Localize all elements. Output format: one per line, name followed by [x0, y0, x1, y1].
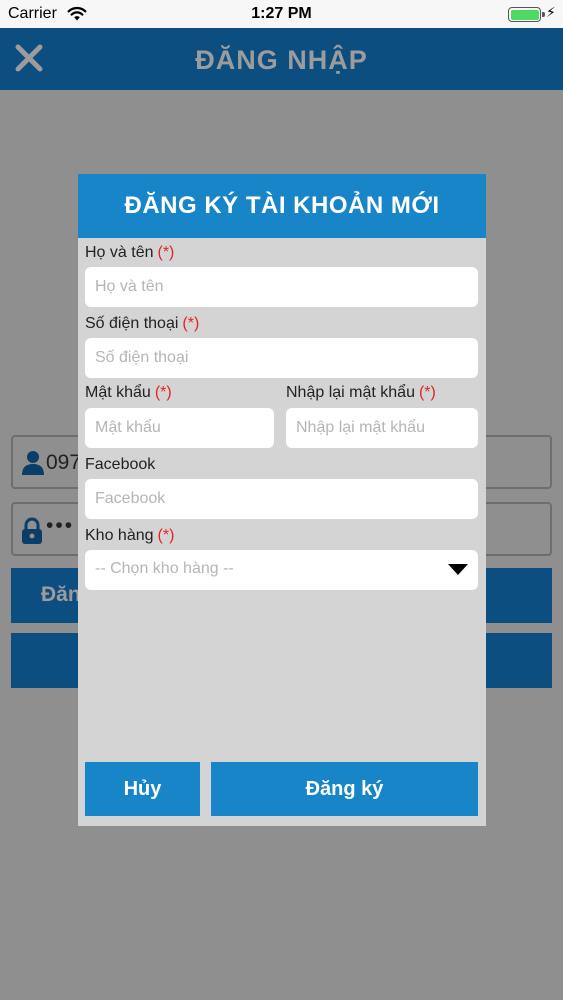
cancel-button[interactable]: Hủy	[85, 762, 200, 816]
register-modal: ĐĂNG KÝ TÀI KHOẢN MỚI Họ và tên(*) Số đi…	[78, 174, 486, 826]
phone-value: 097	[46, 451, 82, 474]
lock-icon	[21, 517, 43, 550]
chevron-down-icon	[448, 564, 468, 575]
register-button[interactable]: Đăng ký	[211, 762, 478, 816]
password-input[interactable]	[85, 408, 274, 448]
confirm-password-label: Nhập lại mật khẩu (*)	[286, 384, 436, 401]
login-button-label: Đăn	[41, 583, 81, 606]
required-marker: (*)	[154, 384, 172, 401]
warehouse-label: Kho hàng (*)	[85, 527, 175, 544]
status-time: 1:27 PM	[251, 5, 312, 22]
modal-title: ĐĂNG KÝ TÀI KHOẢN MỚI	[124, 192, 440, 219]
warehouse-select-value: -- Chọn kho hàng --	[95, 560, 234, 577]
required-marker: (*)	[418, 384, 436, 401]
confirm-password-input[interactable]	[286, 408, 478, 448]
required-marker: (*)	[157, 527, 175, 544]
warehouse-select[interactable]: -- Chọn kho hàng --	[85, 550, 478, 590]
fullname-label: Họ và tên (*)	[85, 244, 175, 261]
status-bar: Carrier 1:27 PM ⚡	[0, 0, 563, 28]
facebook-label: Facebook	[85, 456, 156, 473]
charging-bolt-icon: ⚡	[546, 4, 556, 20]
required-marker: (*)	[182, 315, 200, 332]
required-marker: (*)	[157, 244, 175, 261]
password-value: •••	[46, 514, 75, 537]
user-icon	[21, 450, 45, 481]
phone-label: Số điện thoại (*)	[85, 315, 200, 332]
password-label: Mật khẩu (*)	[85, 384, 172, 401]
app-header: ĐĂNG NHẬP	[0, 28, 563, 90]
page-title: ĐĂNG NHẬP	[195, 45, 368, 75]
battery-icon	[508, 7, 545, 22]
modal-header: ĐĂNG KÝ TÀI KHOẢN MỚI	[78, 174, 486, 238]
facebook-input[interactable]	[85, 479, 478, 519]
fullname-input[interactable]	[85, 267, 478, 307]
phone-input[interactable]	[85, 338, 478, 378]
